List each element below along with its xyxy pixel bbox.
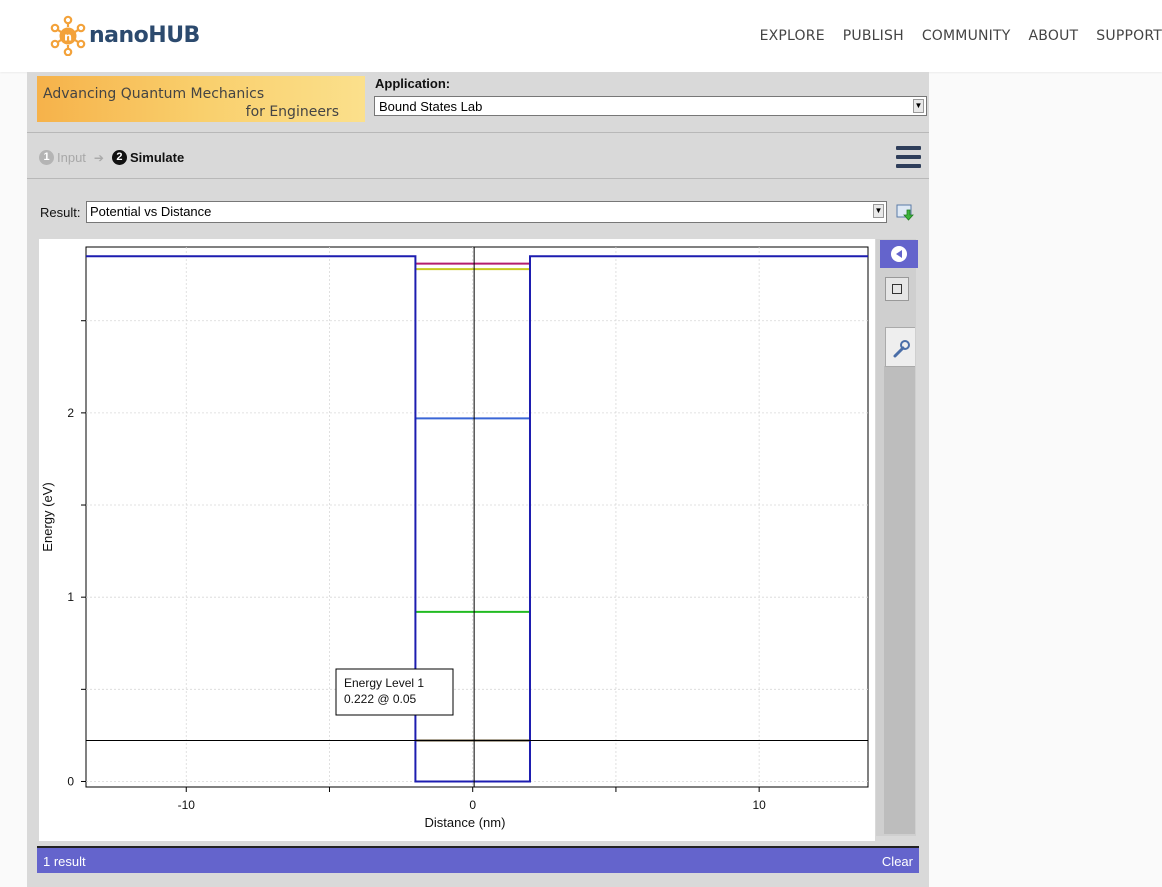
step-2-label[interactable]: Simulate — [130, 150, 184, 165]
arrow-left-icon-triangle — [896, 250, 902, 258]
collapse-button[interactable] — [880, 240, 918, 268]
result-value: Potential vs Distance — [90, 204, 212, 219]
clear-button[interactable]: Clear — [882, 848, 913, 875]
tooltip-line-2: 0.222 @ 0.05 — [344, 692, 417, 706]
potential-chart[interactable]: -10 0 10 0 1 2 Distance (nm) Energy (eV) Energy … — [39, 239, 875, 841]
toolbar-track — [884, 366, 915, 834]
nav-publish[interactable]: PUBLISH — [843, 28, 904, 44]
divider — [27, 178, 929, 179]
y-axis-label: Energy (eV) — [40, 482, 55, 551]
banner-line-1: Advancing Quantum Mechanics — [43, 86, 265, 102]
x-axis-label: Distance (nm) — [425, 815, 506, 830]
step-navigation: 1 Input ➔ 2 Simulate — [39, 150, 184, 165]
menu-icon-bar — [896, 164, 921, 168]
tool-window: Advancing Quantum Mechanics for Engineer… — [27, 72, 929, 887]
arrow-right-icon: ➔ — [93, 150, 104, 165]
menu-icon-bar — [896, 146, 921, 150]
x-tick-label: -10 — [178, 798, 196, 812]
step-1-number[interactable]: 1 — [39, 150, 54, 165]
menu-icon-bar — [896, 155, 921, 159]
square-icon — [892, 284, 902, 294]
application-value: Bound States Lab — [379, 99, 483, 114]
divider — [27, 132, 929, 133]
step-2-number[interactable]: 2 — [111, 150, 127, 165]
y-tick-label: 1 — [67, 590, 74, 604]
y-tick-label: 2 — [67, 406, 74, 420]
reset-view-button[interactable] — [885, 277, 909, 301]
results-status-bar: 1 result Clear — [37, 846, 919, 873]
nav-about[interactable]: ABOUT — [1029, 28, 1079, 44]
nanohub-logo[interactable]: n nanoHUB — [49, 14, 200, 56]
banner-line-2: for Engineers — [245, 104, 339, 120]
download-icon[interactable] — [895, 202, 915, 222]
plot-frame — [85, 246, 869, 788]
step-1-label[interactable]: Input — [57, 150, 86, 165]
x-tick-label: 0 — [469, 798, 476, 812]
result-label: Result: — [40, 205, 81, 220]
application-select[interactable]: Bound States Lab ▼ — [374, 96, 927, 116]
menu-icon[interactable] — [896, 146, 921, 168]
nanohub-logo-icon: n — [50, 15, 86, 56]
result-count: 1 result — [43, 854, 86, 869]
tool-banner: Advancing Quantum Mechanics for Engineer… — [37, 76, 365, 122]
tooltip-line-1: Energy Level 1 — [344, 676, 424, 690]
site-header: n nanoHUB EXPLORE PUBLISH COMMUNITY ABOU… — [0, 0, 1162, 72]
y-tick-label: 0 — [67, 774, 74, 788]
svg-text:n: n — [64, 31, 72, 44]
main-nav: EXPLORE PUBLISH COMMUNITY ABOUT SUPPORT — [742, 28, 1162, 44]
x-tick-label: 10 — [752, 798, 766, 812]
chevron-down-icon[interactable]: ▼ — [873, 204, 884, 218]
plot-area[interactable]: -10 0 10 0 1 2 Distance (nm) Energy (eV) Energy … — [39, 239, 875, 841]
application-label: Application: — [375, 76, 451, 91]
wrench-icon — [893, 340, 910, 358]
result-select[interactable]: Potential vs Distance ▼ — [86, 201, 887, 223]
nav-explore[interactable]: EXPLORE — [760, 28, 825, 44]
nav-support[interactable]: SUPPORT — [1096, 28, 1162, 44]
logo-text: nanoHUB — [89, 22, 200, 48]
chevron-down-icon[interactable]: ▼ — [913, 99, 924, 113]
settings-tab[interactable] — [885, 327, 915, 367]
nav-community[interactable]: COMMUNITY — [922, 28, 1011, 44]
